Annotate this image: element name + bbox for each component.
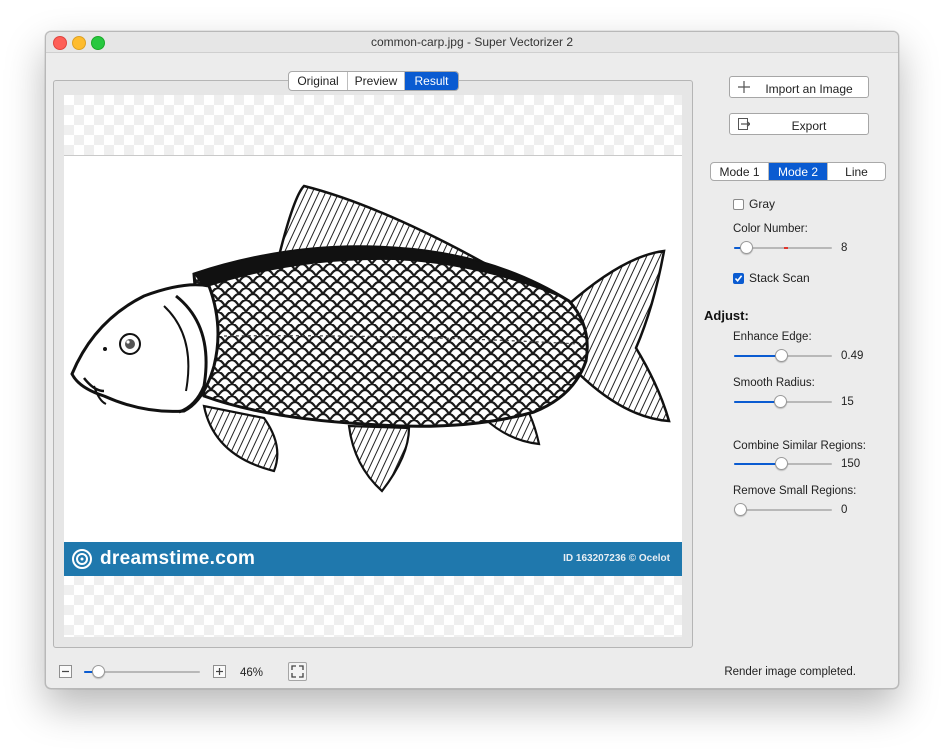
plus-icon [216, 668, 223, 675]
gray-label: Gray [749, 197, 776, 211]
slider-thumb[interactable] [775, 457, 788, 470]
gray-checkbox[interactable]: Gray [733, 197, 775, 211]
color-number-value: 8 [841, 242, 848, 254]
color-number-slider[interactable] [734, 241, 832, 255]
watermark-banner: dreamstime.com ID 163207236 © Ocelot [64, 542, 682, 576]
remove-regions-value: 0 [841, 504, 848, 516]
watermark-brand: dreamstime.com [100, 548, 256, 569]
minus-icon [62, 670, 69, 673]
dreamstime-logo-icon [72, 549, 92, 569]
carp-illustration [70, 184, 671, 493]
color-number-marker [784, 247, 788, 249]
enhance-edge-value: 0.49 [841, 350, 864, 362]
view-tabs: Original Preview Result [288, 71, 459, 91]
import-label: Import an Image [765, 82, 853, 96]
app-window: common-carp.jpg - Super Vectorizer 2 dre… [45, 31, 899, 689]
export-button[interactable]: Export [729, 113, 869, 135]
gray-checkbox-box[interactable] [733, 198, 744, 210]
slider-thumb[interactable] [774, 395, 787, 408]
zoom-level: 46% [240, 667, 264, 679]
image-canvas[interactable]: dreamstime.com ID 163207236 © Ocelot [64, 95, 682, 637]
mode-1-option[interactable]: Mode 1 [711, 163, 769, 180]
stack-scan-checkbox[interactable]: Stack Scan [733, 271, 810, 285]
combine-regions-value: 150 [841, 458, 861, 470]
adjust-heading: Adjust: [704, 308, 749, 323]
combine-regions-slider[interactable] [734, 457, 832, 471]
slider-track [734, 509, 832, 511]
remove-regions-slider[interactable] [734, 503, 832, 517]
watermark-id: ID 163207236 © Ocelot [563, 553, 670, 564]
remove-regions-label: Remove Small Regions: [733, 485, 857, 497]
tab-result[interactable]: Result [405, 72, 458, 90]
smooth-radius-label: Smooth Radius: [733, 377, 815, 389]
smooth-radius-slider[interactable] [734, 395, 832, 409]
line-mode-option[interactable]: Line [828, 163, 885, 180]
stack-scan-checkbox-box[interactable] [733, 272, 744, 284]
export-label: Export [791, 119, 827, 133]
status-text: Render image completed. [724, 666, 856, 678]
slider-thumb[interactable] [775, 349, 788, 362]
checkmark-icon [734, 274, 743, 282]
zoom-slider[interactable] [84, 665, 200, 679]
combine-regions-label: Combine Similar Regions: [733, 440, 866, 452]
mode-selector: Mode 1 Mode 2 Line [710, 162, 886, 181]
enhance-edge-slider[interactable] [734, 349, 832, 363]
slider-thumb[interactable] [734, 503, 747, 516]
enhance-edge-label: Enhance Edge: [733, 331, 812, 343]
mode-2-option[interactable]: Mode 2 [769, 163, 828, 180]
zoom-out-button[interactable] [59, 665, 72, 678]
import-image-button[interactable]: Import an Image [729, 76, 869, 98]
color-number-label: Color Number: [733, 223, 808, 235]
stack-scan-label: Stack Scan [749, 271, 810, 285]
window-title: common-carp.jpg - Super Vectorizer 2 [370, 35, 574, 49]
zoom-in-button[interactable] [213, 665, 226, 678]
slider-thumb[interactable] [740, 241, 753, 254]
smooth-radius-value: 15 [841, 396, 854, 408]
slider-thumb[interactable] [92, 665, 105, 678]
fullscreen-icon [291, 665, 304, 678]
canvas-frame: dreamstime.com ID 163207236 © Ocelot [53, 80, 693, 648]
fit-to-window-button[interactable] [288, 662, 307, 681]
result-image [64, 155, 682, 543]
tab-preview[interactable]: Preview [348, 72, 405, 90]
tab-original[interactable]: Original [289, 72, 348, 90]
title-bar: common-carp.jpg - Super Vectorizer 2 [46, 32, 898, 53]
